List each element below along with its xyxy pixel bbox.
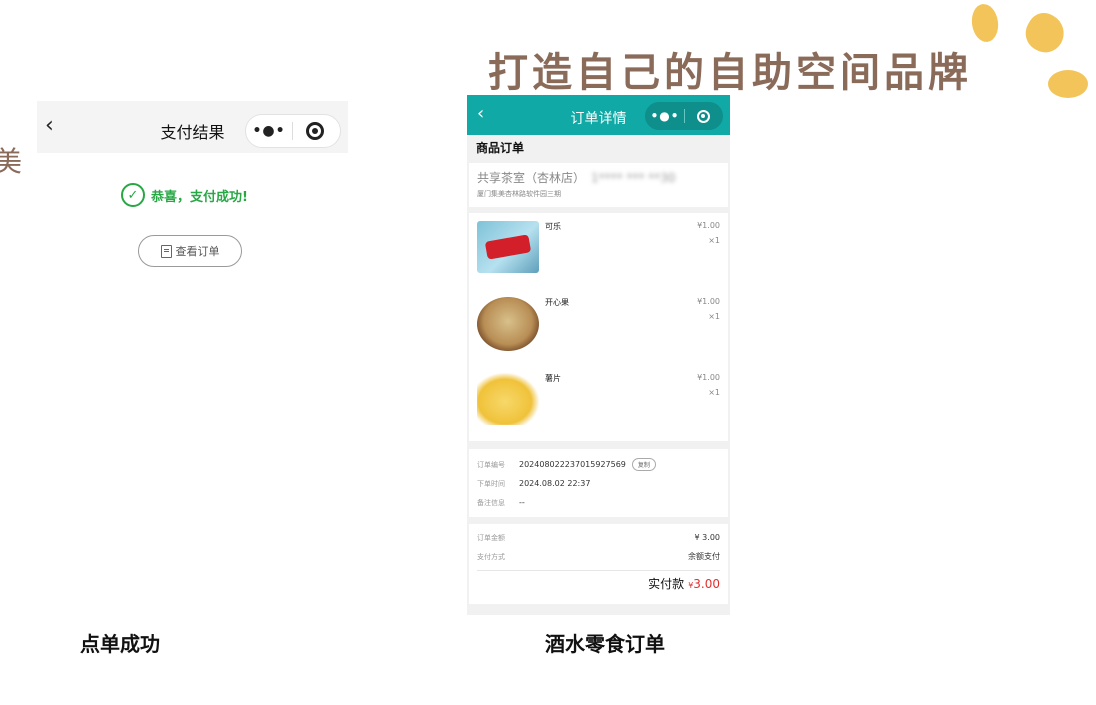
nav-bar: ‹ 支付结果 •●•: [37, 101, 348, 153]
order-note-label: 备注信息: [477, 498, 505, 507]
document-icon: [160, 244, 172, 258]
order-note-row: 备注信息 --: [477, 493, 720, 512]
mini-program-capsule: •●•: [245, 114, 341, 148]
close-icon[interactable]: [293, 122, 337, 140]
copy-button[interactable]: 复制: [631, 458, 656, 471]
item-name: 薯片: [545, 374, 561, 383]
close-icon[interactable]: [685, 109, 721, 123]
item-name: 可乐: [545, 222, 561, 231]
more-icon[interactable]: •●•: [646, 109, 684, 123]
amount-row: 订单金额 ¥ 3.00: [477, 528, 720, 547]
store-card: 共享茶室（杏林店） 1**** *** **30 厦门集美杏林路软件园三期: [469, 163, 728, 207]
product-image-cola: [477, 221, 539, 273]
order-note: --: [519, 498, 525, 507]
store-phone: 1**** *** **30: [591, 170, 676, 185]
item-qty: ×1: [708, 388, 720, 397]
method-row: 支付方式 余额支付: [477, 547, 720, 566]
order-number: 202408022237015927569: [519, 460, 626, 469]
product-image-pistachio: [477, 297, 539, 351]
payment-summary: 订单金额 ¥ 3.00 支付方式 余额支付 实付款 ¥3.00: [469, 524, 728, 604]
order-number-row: 订单编号 202408022237015927569 复制: [477, 455, 720, 474]
section-title: 商品订单: [467, 135, 730, 163]
item-qty: ×1: [708, 236, 720, 245]
total-value: 3.00: [693, 577, 720, 591]
payment-result-screen: ‹ 支付结果 •●• ✓ 恭喜，支付成功! 查看订单: [37, 101, 348, 301]
order-time: 2024.08.02 22:37: [519, 479, 591, 488]
check-icon: ✓: [121, 183, 145, 207]
divider: [477, 570, 720, 571]
product-image-chips: [477, 373, 539, 425]
store-name: 共享茶室（杏林店）: [477, 171, 586, 185]
item-qty: ×1: [708, 312, 720, 321]
list-item: 可乐 ¥1.00 ×1: [477, 221, 720, 277]
order-detail-screen: ‹ 订单详情 •●• 商品订单 共享茶室（杏林店） 1**** *** **30…: [467, 95, 730, 615]
amount-value: ¥ 3.00: [694, 533, 720, 542]
amount-label: 订单金额: [477, 533, 505, 542]
store-address: 厦门集美杏林路软件园三期: [477, 190, 561, 198]
order-number-label: 订单编号: [477, 460, 505, 469]
view-order-button[interactable]: 查看订单: [138, 235, 242, 267]
item-price: ¥1.00: [697, 221, 720, 230]
order-time-row: 下单时间 2024.08.02 22:37: [477, 474, 720, 493]
order-time-label: 下单时间: [477, 479, 505, 488]
total-label: 实付款: [648, 577, 685, 591]
list-item: 薯片 ¥1.00 ×1: [477, 373, 720, 429]
more-icon[interactable]: •●•: [246, 123, 292, 139]
order-info: 订单编号 202408022237015927569 复制 下单时间 2024.…: [469, 449, 728, 517]
headline: 打造自己的自助空间品牌: [488, 50, 972, 96]
item-list: 可乐 ¥1.00 ×1 开心果 ¥1.00 ×1 薯片 ¥1.00 ×1: [469, 213, 728, 441]
method-label: 支付方式: [477, 552, 505, 561]
total-row: 实付款 ¥3.00: [477, 575, 720, 597]
mini-program-capsule: •●•: [645, 102, 723, 130]
edge-glyph: 美: [0, 145, 23, 178]
success-message: ✓ 恭喜，支付成功!: [121, 183, 248, 207]
decor-blob: [1019, 7, 1071, 59]
caption-order-success: 点单成功: [80, 632, 160, 656]
decor-blob: [969, 2, 1001, 44]
total-amount: ¥3.00: [688, 577, 720, 591]
caption-snack-order: 酒水零食订单: [545, 632, 665, 656]
item-price: ¥1.00: [697, 297, 720, 306]
nav-bar: ‹ 订单详情 •●•: [467, 95, 730, 135]
method-value: 余额支付: [688, 552, 720, 561]
item-name: 开心果: [545, 298, 569, 307]
view-order-label: 查看订单: [175, 245, 220, 258]
success-text: 恭喜，支付成功!: [151, 189, 248, 205]
decor-blob: [1048, 70, 1088, 98]
item-price: ¥1.00: [697, 373, 720, 382]
list-item: 开心果 ¥1.00 ×1: [477, 297, 720, 353]
